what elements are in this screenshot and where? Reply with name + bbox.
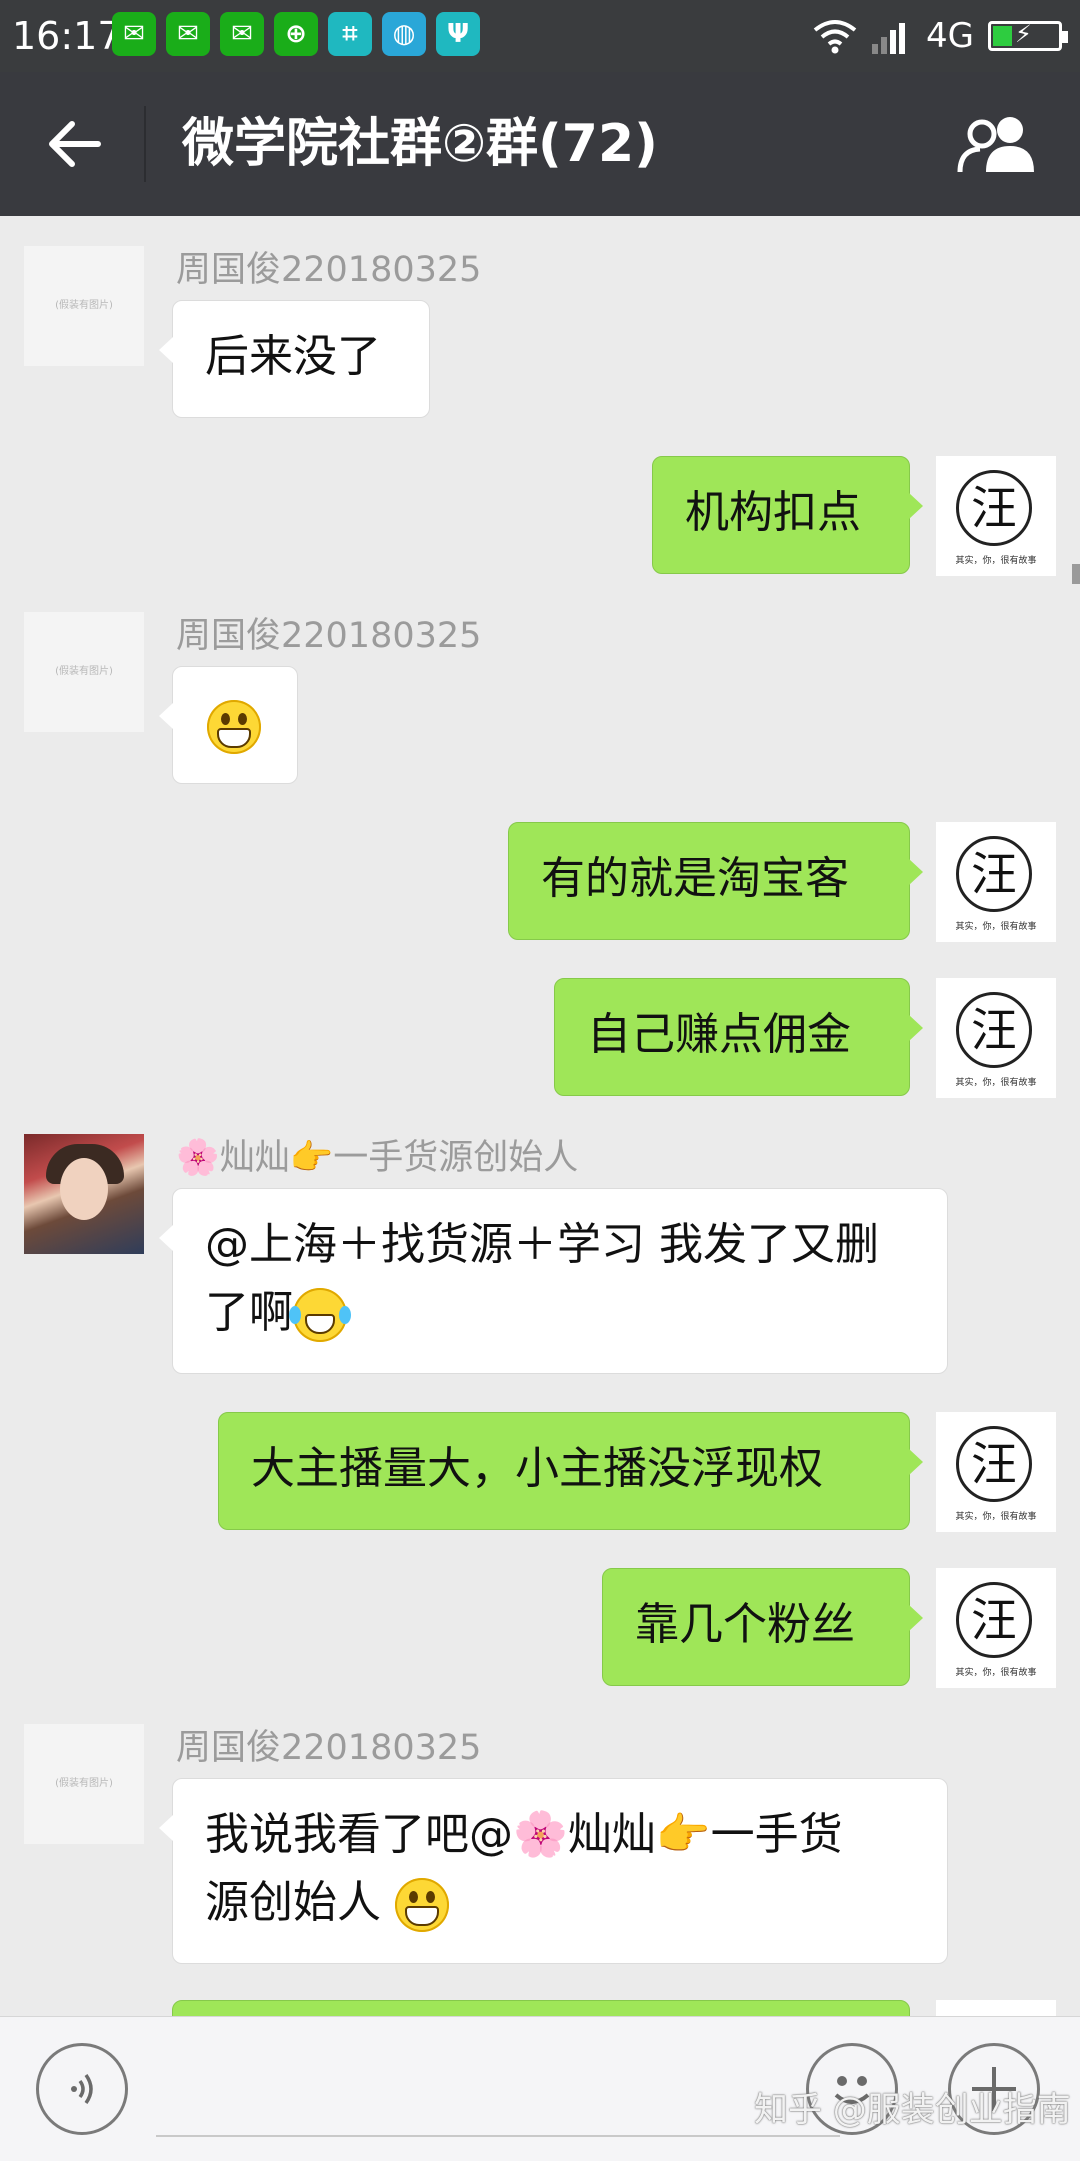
voice-icon: [71, 2073, 93, 2105]
battery-icon: ⚡: [988, 20, 1068, 51]
network-type: 4G: [926, 16, 974, 56]
avatar-placeholder-text: (假装有图片): [55, 300, 113, 311]
avatar[interactable]: 汪其实，你，很有故事: [936, 1412, 1056, 1532]
sender-name: 🌸灿灿👉一手货源创始人: [176, 1134, 578, 1182]
avatar[interactable]: 汪其实，你，很有故事: [936, 1568, 1056, 1688]
notification-icons: ✉ ✉ ✉ ⊕ ⌗ ◍ Ψ: [112, 12, 480, 60]
message-bubble[interactable]: 有的就是淘宝客: [508, 822, 923, 940]
avatar[interactable]: [936, 2000, 1056, 2016]
message-text: 靠几个粉丝: [635, 1599, 855, 1650]
group-icon: [957, 117, 1034, 173]
back-button[interactable]: [36, 106, 112, 182]
message-bubble[interactable]: 自己赚点佣金: [554, 978, 923, 1096]
message-text: 源创始人: [205, 1877, 381, 1928]
avatar[interactable]: 汪其实，你，很有故事: [936, 978, 1056, 1098]
wifi-icon: [813, 20, 857, 54]
header-divider: [144, 106, 146, 182]
avatar-placeholder-text: (假装有图片): [55, 1778, 113, 1789]
sender-name-suffix: 一手货源创始人: [333, 1138, 579, 1178]
back-arrow-icon: [49, 121, 101, 167]
logo-slogan: 其实，你，很有故事: [955, 1078, 1037, 1088]
message-bubble[interactable]: @上海＋找货源＋学习 我发了又删 了啊: [159, 1188, 948, 1374]
logo-char: 汪: [956, 836, 1032, 912]
message-text: 机构扣点: [685, 487, 861, 538]
grinning-face-icon: [207, 700, 261, 754]
voice-input-button[interactable]: [36, 2043, 128, 2135]
sender-name: 周国俊220180325: [176, 250, 482, 290]
message-list[interactable]: (假装有图片) 周国俊220180325 后来没了 机构扣点 汪其实，你，很有故…: [0, 216, 1080, 2016]
message-bubble[interactable]: 靠几个粉丝: [602, 1568, 923, 1686]
group-members-button[interactable]: [952, 108, 1044, 180]
flower-emoji: 🌸: [176, 1138, 220, 1178]
scan-icon: ⌗: [328, 12, 372, 56]
wechat-icon: ✉: [166, 12, 210, 56]
message-bubble[interactable]: [172, 2000, 910, 2016]
tears-of-joy-icon: [289, 1288, 351, 1342]
message-text: 大主播量大，小主播没浮现权: [251, 1443, 823, 1494]
message-bubble[interactable]: 大主播量大，小主播没浮现权: [218, 1412, 923, 1530]
grinning-face-icon: [395, 1878, 449, 1932]
avatar[interactable]: (假装有图片): [24, 1724, 144, 1844]
message-text: 了啊: [205, 1287, 293, 1338]
ball-icon: ◍: [382, 12, 426, 56]
logo-slogan: 其实，你，很有故事: [955, 556, 1037, 566]
chat-title: 微学院社群②群(72): [182, 114, 658, 174]
flower-emoji: 🌸: [513, 1809, 568, 1860]
logo-char: 汪: [956, 1582, 1032, 1658]
avatar[interactable]: 汪其实，你，很有故事: [936, 456, 1056, 576]
message-text: @上海＋找货源＋学习 我发了又删: [205, 1219, 879, 1270]
avatar[interactable]: (假装有图片): [24, 246, 144, 366]
avatar[interactable]: (假装有图片): [24, 612, 144, 732]
scrollbar[interactable]: [1072, 564, 1080, 584]
wechat-icon: ✉: [220, 12, 264, 56]
message-bubble[interactable]: [159, 666, 298, 784]
logo-slogan: 其实，你，很有故事: [955, 1512, 1037, 1522]
logo-slogan: 其实，你，很有故事: [955, 1668, 1037, 1678]
message-text-line1: 我说我看了吧@🌸灿灿👉一手货: [205, 1801, 915, 1869]
sender-name: 周国俊220180325: [176, 1728, 482, 1768]
battery-fill: [993, 26, 1013, 46]
logo-slogan: 其实，你，很有故事: [955, 922, 1037, 932]
message-bubble[interactable]: 机构扣点: [652, 456, 923, 574]
sender-name-text: 灿灿: [219, 1138, 290, 1178]
message-text: 自己赚点佣金: [587, 1009, 851, 1060]
app-plus-icon: ⊕: [274, 12, 318, 56]
pointing-hand-emoji: 👉: [655, 1809, 711, 1860]
chat-header: 微学院社群②群(72): [0, 72, 1080, 216]
avatar[interactable]: [24, 1134, 144, 1254]
message-text-line2: 源创始人: [205, 1869, 915, 1937]
message-input[interactable]: [156, 2135, 840, 2137]
status-time: 16:17: [12, 14, 122, 58]
message-text: 后来没了: [205, 331, 381, 382]
charging-icon: ⚡: [1015, 20, 1032, 48]
avatar-placeholder-text: (假装有图片): [55, 666, 113, 677]
wechat-icon: ✉: [112, 12, 156, 56]
status-right: 4G ⚡: [812, 12, 1068, 60]
message-text-line2: 了啊: [205, 1279, 915, 1347]
message-text: 灿灿: [567, 1809, 656, 1860]
message-text: 一手货: [710, 1809, 843, 1860]
pointing-hand-emoji: 👉: [289, 1138, 334, 1178]
signal-icon: [872, 23, 906, 54]
message-text: 有的就是淘宝客: [541, 853, 849, 904]
logo-char: 汪: [956, 992, 1032, 1068]
avatar[interactable]: 汪其实，你，很有故事: [936, 822, 1056, 942]
usb-icon: Ψ: [436, 12, 480, 56]
message-bubble[interactable]: 后来没了: [159, 300, 430, 418]
message-text: 我说我看了吧@: [205, 1809, 513, 1860]
status-bar: 16:17 ✉ ✉ ✉ ⊕ ⌗ ◍ Ψ 4G ⚡: [0, 0, 1080, 72]
message-bubble[interactable]: 我说我看了吧@🌸灿灿👉一手货 源创始人: [159, 1778, 948, 1964]
sender-name: 周国俊220180325: [176, 616, 482, 656]
watermark: 知乎 @服装创业指南: [754, 2090, 1071, 2130]
logo-char: 汪: [956, 470, 1032, 546]
logo-char: 汪: [956, 1426, 1032, 1502]
